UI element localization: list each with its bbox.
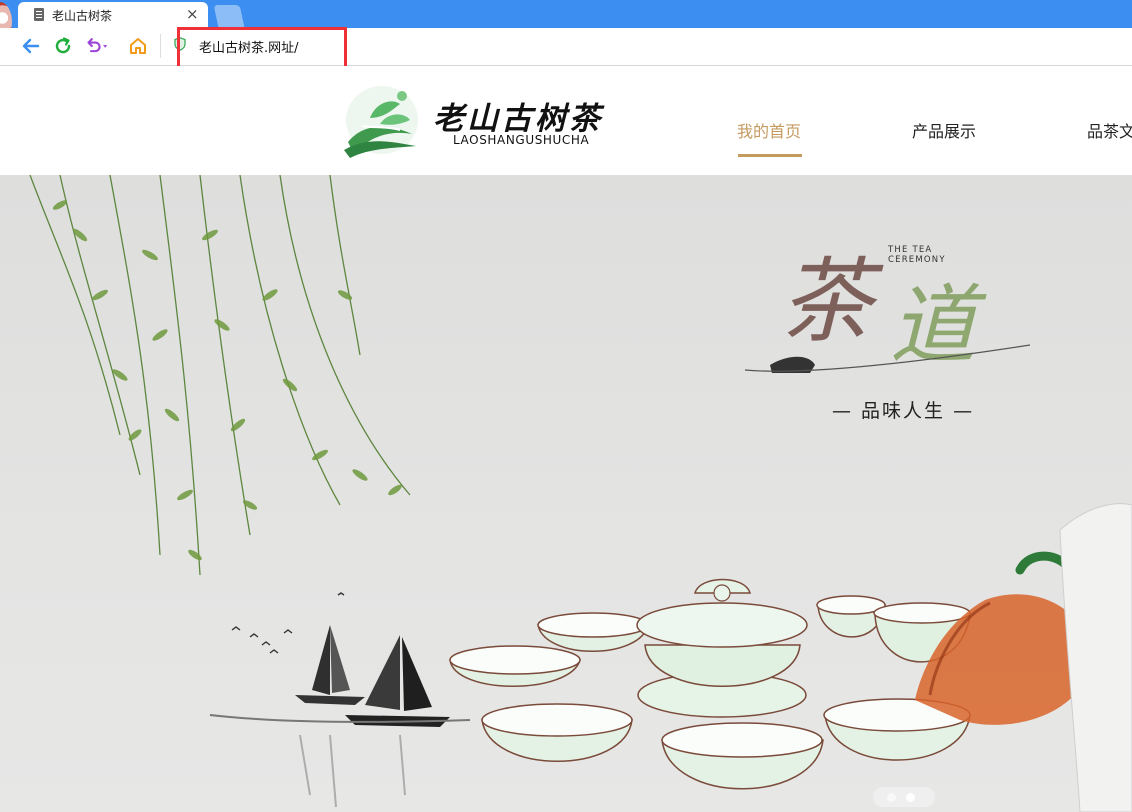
browser-tab-strip: 老山古树茶 ×: [0, 0, 1132, 42]
refresh-button[interactable]: [51, 34, 75, 58]
tea-ceremony-calligraphy: 茶 道: [744, 248, 1031, 376]
hero-tagline: — 品味人生 —: [832, 400, 975, 422]
home-icon: [130, 38, 146, 54]
svg-text:道: 道: [890, 276, 987, 376]
willow-branches-illustration: [29, 175, 411, 576]
nav-item-home[interactable]: 我的首页: [737, 118, 801, 142]
back-button[interactable]: [19, 34, 43, 58]
refresh-icon: [55, 37, 71, 54]
nav-item-tea-culture[interactable]: 品茶文: [1087, 118, 1132, 142]
tea-leaf-logo-icon[interactable]: [340, 84, 422, 158]
sailboat-illustration: [209, 625, 471, 808]
willow-leaves-illustration: [52, 200, 402, 561]
tab-title: 老山古树茶: [52, 9, 113, 23]
browser-tab[interactable]: 老山古树茶 ×: [18, 2, 208, 28]
nav-active-underline: [738, 154, 802, 157]
carousel-dot-1[interactable]: [887, 793, 896, 802]
toolbar-separator: [160, 34, 161, 58]
carousel-dot-2[interactable]: [906, 793, 915, 802]
nav-item-products[interactable]: 产品展示: [912, 118, 976, 142]
hero-banner[interactable]: 茶 道 THE TEA CEREMONY — 品味人生 —: [0, 175, 1132, 812]
logo-chinese-name: 老山古树茶: [433, 101, 603, 137]
hero-artwork: 茶 道: [29, 175, 1132, 812]
tea-ceremony-en-label: THE TEA CEREMONY: [888, 245, 946, 265]
site-header: 老山古树茶 LAOSHANGUSHUCHA 我的首页 产品展示 品茶文: [0, 66, 1132, 175]
page-icon: [34, 8, 44, 21]
logo-english-name: LAOSHANGUSHUCHA: [453, 133, 590, 147]
back-arrow-icon: [22, 38, 40, 54]
pouring-pitcher-illustration: [915, 503, 1132, 812]
browser-toolbar: 老山古树茶.网址/: [0, 28, 1132, 66]
tea-cups-illustration: [449, 578, 971, 790]
svg-text:茶: 茶: [780, 248, 884, 355]
undo-icon: [87, 38, 108, 53]
close-icon[interactable]: ×: [186, 5, 199, 23]
tea-ceremony-line-1: THE TEA: [888, 245, 933, 255]
tea-ceremony-line-2: CEREMONY: [888, 255, 946, 265]
undo-button[interactable]: [85, 34, 109, 58]
home-button[interactable]: [126, 34, 150, 58]
carousel-indicators: [873, 787, 935, 807]
new-tab-button[interactable]: [213, 5, 245, 27]
